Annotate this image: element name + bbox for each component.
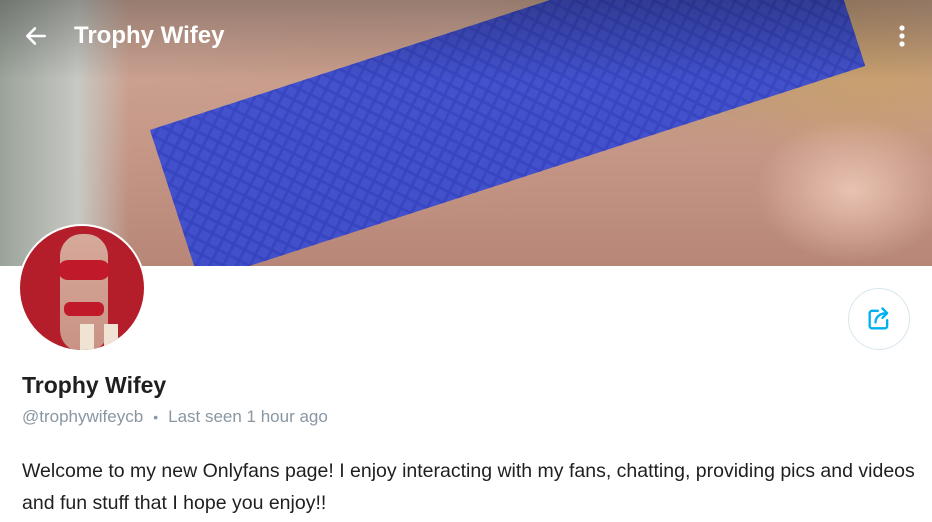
last-seen-status: Last seen 1 hour ago <box>168 407 328 426</box>
profile-bio: Welcome to my new Onlyfans page! I enjoy… <box>22 460 915 514</box>
profile-name: Trophy Wifey <box>22 372 167 398</box>
header-title: Trophy Wifey <box>74 22 225 49</box>
avatar-image <box>20 226 144 350</box>
avatar[interactable] <box>18 224 146 352</box>
top-bar: Trophy Wifey <box>0 0 932 72</box>
share-button[interactable] <box>848 288 910 350</box>
cover-hand <box>712 90 932 266</box>
share-icon <box>868 307 889 330</box>
meta-separator: • <box>153 409 159 425</box>
more-options-button[interactable] <box>888 22 916 50</box>
profile-username[interactable]: @trophywifeycb <box>22 405 143 429</box>
more-vertical-icon <box>899 25 905 47</box>
back-button[interactable] <box>20 20 52 52</box>
arrow-left-icon <box>26 27 46 45</box>
profile-meta: @trophywifeycb • Last seen 1 hour ago <box>22 405 328 429</box>
